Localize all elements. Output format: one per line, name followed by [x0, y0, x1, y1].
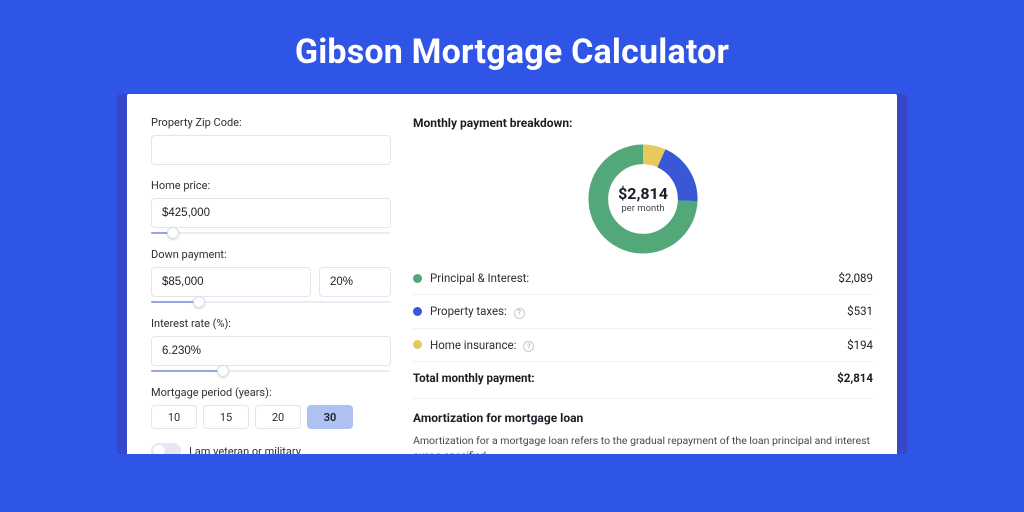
period-option-20[interactable]: 20	[255, 405, 301, 429]
interest-rate-block: Interest rate (%):	[151, 317, 391, 372]
period-label: Mortgage period (years):	[151, 386, 391, 399]
info-icon[interactable]: ?	[514, 308, 525, 319]
calculator-card: Property Zip Code: Home price: Down paym…	[127, 94, 897, 454]
donut-amount: $2,814	[618, 184, 668, 203]
zip-label: Property Zip Code:	[151, 116, 391, 129]
down-payment-slider-thumb[interactable]	[193, 296, 205, 308]
home-price-block: Home price:	[151, 179, 391, 234]
donut-wrap: $2,814 per month	[413, 140, 873, 258]
interest-rate-label: Interest rate (%):	[151, 317, 391, 330]
amortization-section: Amortization for mortgage loan Amortizat…	[413, 398, 873, 454]
down-payment-pct-input[interactable]	[319, 267, 391, 297]
breakdown-donut: $2,814 per month	[584, 140, 702, 258]
zip-block: Property Zip Code:	[151, 116, 391, 165]
interest-rate-slider[interactable]	[151, 370, 391, 372]
info-icon[interactable]: ?	[523, 341, 534, 352]
home-price-input[interactable]	[151, 198, 391, 228]
down-payment-slider[interactable]	[151, 301, 391, 303]
veteran-toggle-knob	[153, 445, 165, 454]
period-option-15[interactable]: 15	[203, 405, 249, 429]
breakdown-total-label: Total monthly payment:	[413, 371, 837, 385]
breakdown-row-label: Home insurance: ?	[430, 338, 847, 353]
breakdown-row-tax: Property taxes: ? $531	[413, 294, 873, 328]
breakdown-total-amount: $2,814	[837, 371, 873, 385]
page-title: Gibson Mortgage Calculator	[295, 32, 729, 72]
veteran-row: I am veteran or military	[151, 443, 391, 454]
amortization-title: Amortization for mortgage loan	[413, 411, 873, 425]
veteran-toggle[interactable]	[151, 443, 181, 454]
period-option-30[interactable]: 30	[307, 405, 353, 429]
interest-rate-slider-thumb[interactable]	[217, 365, 229, 377]
interest-rate-input[interactable]	[151, 336, 391, 366]
home-price-label: Home price:	[151, 179, 391, 192]
interest-rate-slider-fill	[151, 370, 223, 372]
donut-sub: per month	[621, 203, 664, 214]
breakdown-row-total: Total monthly payment: $2,814	[413, 361, 873, 394]
breakdown-row-amount: $194	[847, 338, 873, 352]
breakdown-row-label: Property taxes: ?	[430, 304, 847, 319]
dot-icon	[413, 307, 422, 316]
period-options: 10 15 20 30	[151, 405, 391, 429]
period-option-10[interactable]: 10	[151, 405, 197, 429]
down-payment-label: Down payment:	[151, 248, 391, 261]
down-payment-input[interactable]	[151, 267, 311, 297]
donut-center: $2,814 per month	[584, 140, 702, 258]
breakdown-row-ins: Home insurance: ? $194	[413, 328, 873, 362]
period-block: Mortgage period (years): 10 15 20 30	[151, 386, 391, 429]
dot-icon	[413, 274, 422, 283]
amortization-body: Amortization for a mortgage loan refers …	[413, 433, 873, 454]
breakdown-row-label-text: Home insurance:	[430, 338, 516, 352]
breakdown-row-label-text: Property taxes:	[430, 304, 507, 318]
breakdown-row-pi: Principal & Interest: $2,089	[413, 262, 873, 294]
breakdown-row-amount: $2,089	[838, 271, 873, 285]
zip-input[interactable]	[151, 135, 391, 165]
breakdown-list: Principal & Interest: $2,089 Property ta…	[413, 262, 873, 394]
home-price-slider[interactable]	[151, 232, 391, 234]
summary-panel: Monthly payment breakdown: $2,814 p	[413, 116, 873, 454]
card-shadow: Property Zip Code: Home price: Down paym…	[117, 94, 907, 454]
dot-icon	[413, 340, 422, 349]
page-root: Gibson Mortgage Calculator Property Zip …	[0, 0, 1024, 512]
form-panel: Property Zip Code: Home price: Down paym…	[151, 116, 391, 454]
veteran-label: I am veteran or military	[189, 445, 301, 455]
breakdown-row-label: Principal & Interest:	[430, 271, 838, 285]
down-payment-slider-fill	[151, 301, 199, 303]
breakdown-title: Monthly payment breakdown:	[413, 116, 873, 130]
down-payment-block: Down payment:	[151, 248, 391, 303]
breakdown-row-amount: $531	[847, 304, 873, 318]
home-price-slider-thumb[interactable]	[167, 227, 179, 239]
